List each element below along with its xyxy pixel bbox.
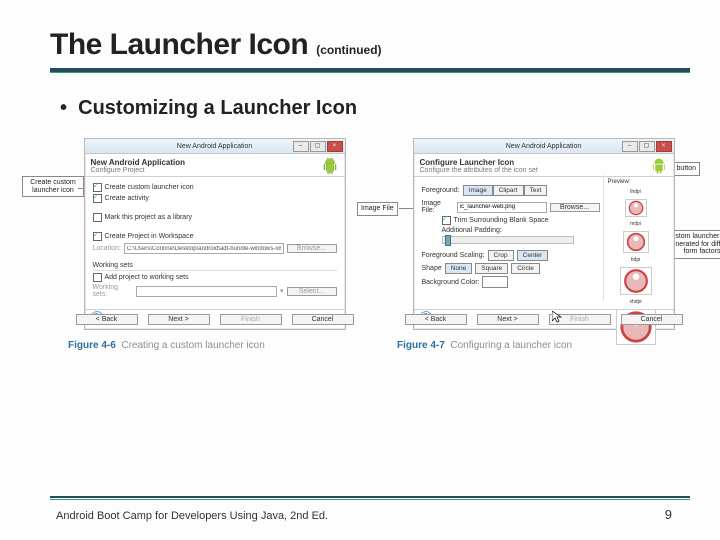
dialog-heading: Configure Launcher Icon	[420, 158, 515, 167]
browse-button[interactable]: Browse...	[550, 203, 600, 212]
next-button[interactable]: Next >	[148, 314, 210, 325]
callout-create-icon: Create custom launcher icon	[22, 176, 84, 197]
browse-button[interactable]: Browse...	[287, 244, 337, 253]
opt-circle[interactable]: Circle	[511, 263, 540, 274]
finish-button[interactable]: Finish	[220, 314, 282, 325]
dialog-heading: New Android Application	[91, 158, 186, 167]
dialog-subheading: Configure Project	[91, 167, 145, 174]
checkbox-create-activity[interactable]	[93, 194, 102, 203]
back-button[interactable]: < Back	[405, 314, 467, 325]
select-button[interactable]: Select...	[287, 287, 337, 296]
opt-square[interactable]: Square	[475, 263, 508, 274]
opt-center[interactable]: Center	[517, 250, 549, 261]
maximize-button[interactable]: ▢	[639, 141, 655, 152]
page-number: 9	[665, 507, 672, 522]
next-button[interactable]: Next >	[477, 314, 539, 325]
back-button[interactable]: < Back	[76, 314, 138, 325]
working-sets-input[interactable]	[136, 286, 277, 297]
figure-4-7: Image File Browse button Custom launcher…	[397, 138, 690, 351]
window-title: New Android Application	[506, 143, 582, 150]
minimize-button[interactable]: –	[293, 141, 309, 152]
window-controls[interactable]: – ▢ ×	[622, 141, 672, 152]
dialog-subheading: Configure the attributes of the icon set	[420, 167, 538, 174]
figure-caption-left: Figure 4-6 Creating a custom launcher ic…	[68, 340, 361, 351]
android-icon	[321, 157, 339, 175]
tab-clipart[interactable]: Clipart	[493, 185, 524, 196]
working-sets-header: Working sets	[93, 262, 337, 271]
window-title: New Android Application	[177, 143, 253, 150]
page-title: The Launcher Icon	[50, 28, 308, 62]
footer-text: Android Boot Camp for Developers Using J…	[56, 510, 328, 522]
close-button[interactable]: ×	[327, 141, 343, 152]
figure-4-6: Create custom launcher icon New Android …	[68, 138, 361, 351]
tab-text[interactable]: Text	[524, 185, 548, 196]
cancel-button[interactable]: Cancel	[621, 314, 683, 325]
checkbox-workspace[interactable]	[93, 232, 102, 241]
opt-crop[interactable]: Crop	[488, 250, 514, 261]
checkbox-library[interactable]	[93, 213, 102, 222]
callout-image-file: Image File	[357, 202, 398, 216]
location-input[interactable]	[124, 243, 284, 254]
title-underline	[50, 68, 690, 73]
bg-color-swatch[interactable]	[482, 276, 508, 288]
bullet-customizing: • Customizing a Launcher Icon	[60, 97, 690, 120]
dialog-configure-icon: New Android Application – ▢ × Configure …	[413, 138, 675, 330]
preview-column: Preview: lhdpi mdpi hdpi xhdpi	[603, 175, 668, 301]
cancel-button[interactable]: Cancel	[292, 314, 354, 325]
checkbox-create-icon[interactable]	[93, 183, 102, 192]
android-icon	[650, 157, 668, 175]
dialog-configure-project: New Android Application – ▢ × New Androi…	[84, 138, 346, 330]
footer-accent	[50, 499, 690, 500]
checkbox-trim[interactable]	[442, 216, 451, 225]
footer-rule	[50, 496, 690, 498]
window-controls[interactable]: – ▢ ×	[293, 141, 343, 152]
minimize-button[interactable]: –	[622, 141, 638, 152]
close-button[interactable]: ×	[656, 141, 672, 152]
checkbox-working-set[interactable]	[93, 273, 102, 282]
image-file-input[interactable]	[457, 202, 547, 213]
opt-none[interactable]: None	[445, 263, 473, 274]
cursor-icon	[552, 311, 562, 323]
maximize-button[interactable]: ▢	[310, 141, 326, 152]
continued-label: (continued)	[316, 43, 381, 57]
tab-image[interactable]: Image	[463, 185, 493, 196]
